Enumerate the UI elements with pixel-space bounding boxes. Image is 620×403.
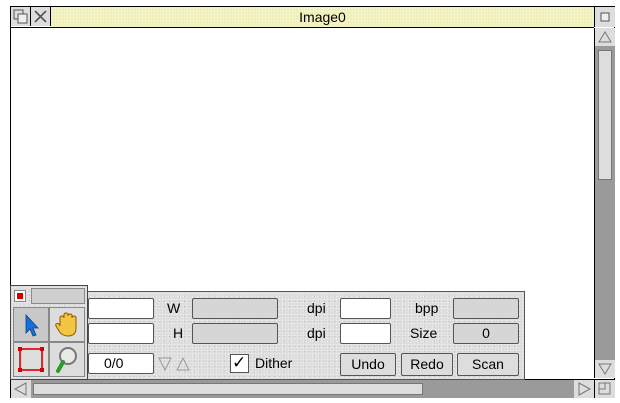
- tool-rectangle[interactable]: [13, 342, 49, 377]
- dpi-field-2[interactable]: [340, 323, 391, 344]
- window-title: Image0: [51, 7, 594, 27]
- dpi-label-1: dpi: [307, 300, 326, 316]
- toggle-size-icon[interactable]: [594, 7, 615, 27]
- magnifier-icon: [56, 347, 77, 373]
- left-field-2[interactable]: [88, 323, 154, 344]
- horizontal-scroll-thumb[interactable]: [33, 383, 423, 395]
- scroll-up-icon[interactable]: [595, 28, 615, 46]
- height-field: [192, 323, 278, 344]
- dither-checkbox[interactable]: [230, 353, 249, 373]
- scroll-left-icon[interactable]: [11, 380, 31, 398]
- tool-hand[interactable]: [49, 307, 85, 342]
- redo-button[interactable]: Redo: [401, 353, 453, 376]
- width-label: W: [167, 300, 181, 316]
- dpi-field-1[interactable]: [340, 298, 391, 319]
- dither-label: Dither: [255, 355, 293, 371]
- close-icon[interactable]: [31, 7, 51, 26]
- size-value: 0: [453, 323, 519, 344]
- left-field-1[interactable]: [88, 298, 154, 319]
- bpp-field: [453, 298, 519, 319]
- palette-drag-bar[interactable]: [31, 288, 85, 304]
- back-icon[interactable]: [11, 7, 31, 26]
- scan-button[interactable]: Scan: [457, 353, 519, 376]
- tool-palette: [10, 285, 88, 380]
- dpi-label-2: dpi: [307, 325, 326, 341]
- size-label: Size: [410, 325, 438, 341]
- palette-close-icon[interactable]: [14, 290, 26, 302]
- height-label: H: [173, 325, 184, 341]
- tool-palette-titlebar[interactable]: [11, 286, 87, 307]
- horizontal-scrollbar[interactable]: [11, 379, 594, 398]
- width-field: [192, 298, 278, 319]
- scroll-right-icon[interactable]: [574, 380, 594, 398]
- select-arrow-icon: [25, 313, 39, 337]
- scroll-down-icon[interactable]: [595, 360, 615, 378]
- page-stepper[interactable]: [157, 354, 197, 374]
- resize-icon[interactable]: [594, 379, 615, 398]
- undo-button[interactable]: Undo: [340, 353, 396, 376]
- vertical-scrollbar[interactable]: [594, 28, 615, 378]
- rectangle-select-icon: [18, 347, 44, 372]
- page-field[interactable]: 0/0: [88, 353, 154, 374]
- tool-select[interactable]: [13, 307, 49, 342]
- bpp-label: bpp: [415, 300, 439, 316]
- hand-icon: [55, 312, 77, 337]
- vertical-scroll-thumb[interactable]: [598, 50, 612, 180]
- page-arrows-icon[interactable]: [157, 354, 197, 374]
- title-bar[interactable]: Image0: [11, 7, 594, 28]
- tool-zoom[interactable]: [49, 342, 85, 377]
